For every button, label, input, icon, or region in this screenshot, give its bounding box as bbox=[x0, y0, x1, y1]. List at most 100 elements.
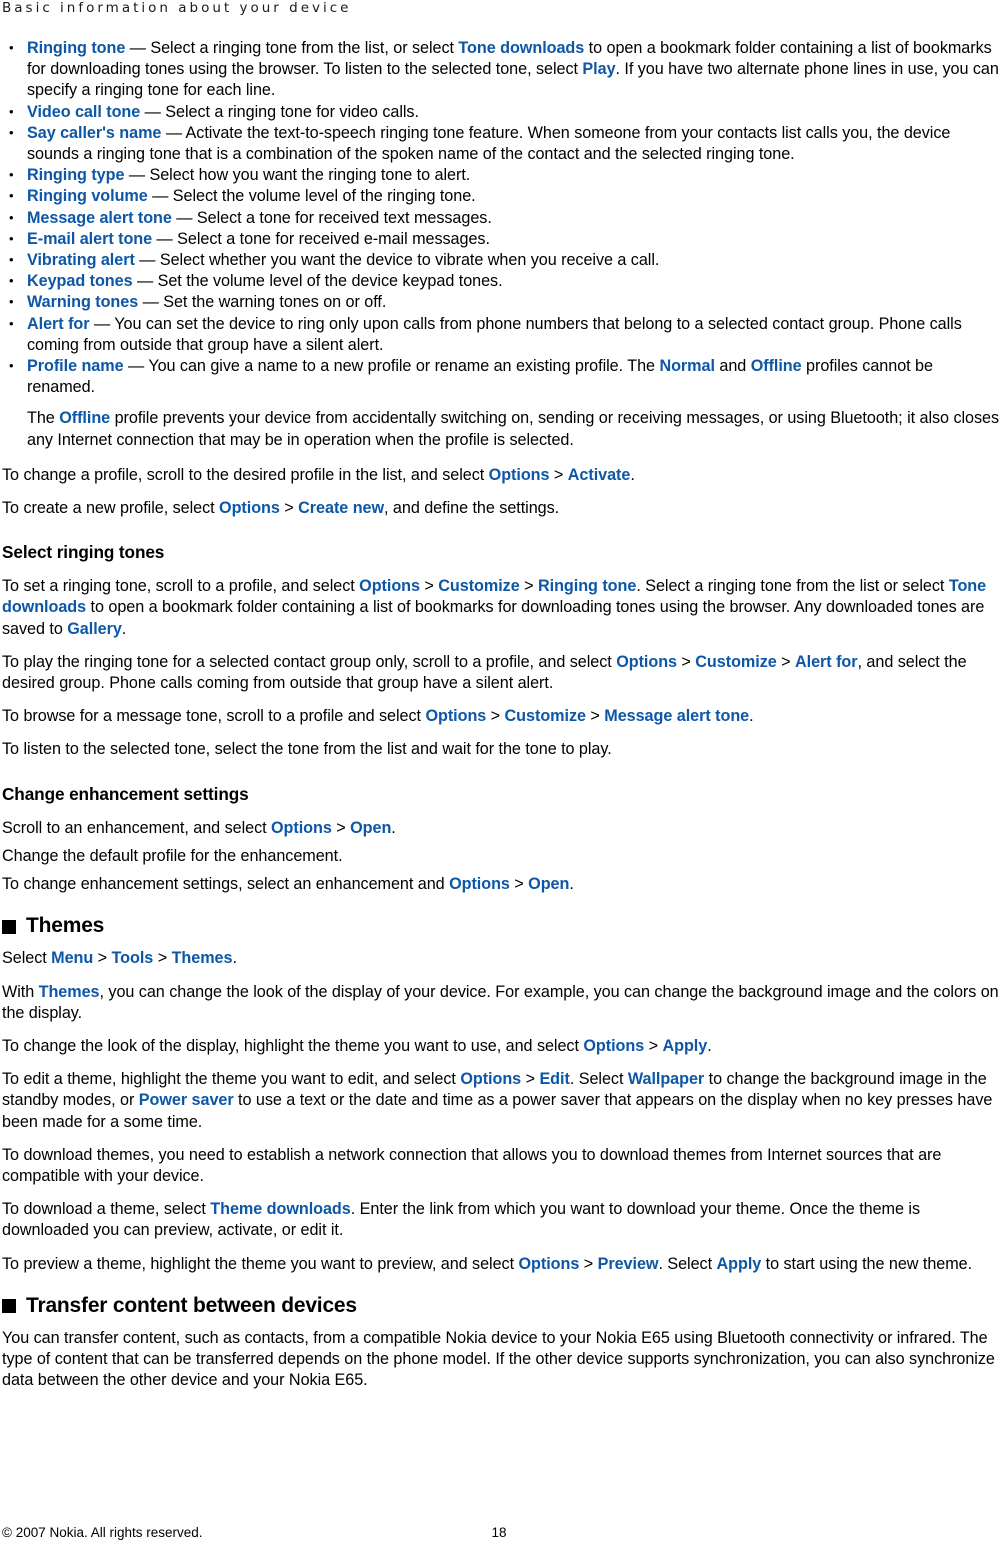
ui-reference: Tone downloads bbox=[458, 39, 585, 57]
setting-dash: — bbox=[171, 208, 197, 227]
page-content: Ringing tone — Select a ringing tone fro… bbox=[2, 37, 1002, 1403]
setting-name: Say caller's name bbox=[27, 123, 162, 142]
heading-select-ringing-tones: Select ringing tones bbox=[2, 542, 165, 563]
ui-reference: Normal bbox=[659, 357, 715, 376]
ui-reference: Options bbox=[460, 1070, 522, 1089]
ui-reference: Edit bbox=[539, 1070, 570, 1089]
paragraph-themes-change-look: To change the look of the display, highl… bbox=[2, 1036, 712, 1055]
setting-dash: — bbox=[134, 251, 160, 270]
menu-path-separator: > bbox=[776, 652, 796, 671]
paragraph-themes-download-theme: To download a theme, select Theme downlo… bbox=[2, 1200, 920, 1240]
paragraph-themes-download-network: To download themes, you need to establis… bbox=[2, 1145, 942, 1185]
paragraph-change-profile: To change a profile, scroll to the desir… bbox=[2, 465, 635, 484]
paragraph-create-profile: To create a new profile, select Options … bbox=[2, 499, 560, 518]
setting-name: Ringing volume bbox=[27, 187, 148, 206]
ui-reference: Options bbox=[616, 652, 677, 671]
setting-name: Warning tones bbox=[27, 293, 139, 312]
running-header: Basic information about your device bbox=[2, 0, 352, 16]
section-marker-square-icon bbox=[2, 919, 16, 934]
paragraph-play-for-group: To play the ringing tone for a selected … bbox=[2, 652, 967, 693]
setting-dash: — bbox=[125, 39, 151, 57]
ui-reference: Preview bbox=[597, 1254, 659, 1273]
ui-reference: Options bbox=[425, 707, 487, 726]
ui-reference: Options bbox=[449, 875, 510, 894]
heading-change-enhancement-settings: Change enhancement settings bbox=[2, 783, 249, 804]
ui-reference: Menu bbox=[51, 949, 94, 968]
ui-reference: Play bbox=[582, 60, 616, 79]
settings-bullet-item: E-mail alert tone — Select a tone for re… bbox=[2, 228, 1002, 250]
heading-transfer-content-label: Transfer content between devices bbox=[26, 1293, 357, 1317]
paragraph-scroll-enhancement: Scroll to an enhancement, and select Opt… bbox=[2, 818, 396, 837]
ui-reference: Create new bbox=[298, 499, 385, 518]
paragraph-themes-select: Select Menu > Tools > Themes. bbox=[2, 949, 237, 968]
setting-name: Vibrating alert bbox=[27, 251, 135, 270]
settings-bullet-item: Alert for — You can set the device to ri… bbox=[2, 313, 1002, 356]
setting-dash: — bbox=[161, 123, 186, 142]
settings-bullet-item: Ringing tone — Select a ringing tone fro… bbox=[2, 37, 1002, 102]
settings-bullet-item: Message alert tone — Select a tone for r… bbox=[2, 207, 1002, 229]
ui-reference: Activate bbox=[567, 465, 631, 484]
ui-reference: Options bbox=[518, 1254, 580, 1273]
ui-reference: Options bbox=[359, 577, 420, 596]
menu-path-separator: > bbox=[419, 577, 439, 596]
menu-path-separator: > bbox=[676, 652, 696, 671]
menu-path-separator: > bbox=[153, 949, 172, 968]
setting-name: Keypad tones bbox=[27, 272, 133, 291]
settings-bullet-item: Ringing type — Select how you want the r… bbox=[2, 164, 1002, 186]
ui-reference: Open bbox=[350, 818, 392, 837]
menu-path-separator: > bbox=[644, 1036, 663, 1055]
section-marker-square-icon bbox=[2, 1299, 16, 1314]
settings-bullet-item: Profile name — You can give a name to a … bbox=[2, 355, 1002, 398]
setting-name: E-mail alert tone bbox=[27, 229, 153, 248]
setting-name: Alert for bbox=[27, 314, 90, 333]
setting-name: Message alert tone bbox=[27, 208, 172, 227]
setting-dash: — bbox=[132, 272, 158, 291]
paragraph-change-default-profile: Change the default profile for the enhan… bbox=[2, 846, 343, 865]
setting-dash: — bbox=[147, 187, 173, 206]
ui-reference: Apply bbox=[716, 1254, 762, 1273]
menu-path-separator: > bbox=[279, 499, 299, 518]
ui-reference: Message alert tone bbox=[604, 707, 750, 726]
paragraph-browse-message-tone: To browse for a message tone, scroll to … bbox=[2, 707, 754, 726]
setting-name: Profile name bbox=[27, 357, 124, 376]
paragraph-themes-with: With Themes, you can change the look of … bbox=[2, 982, 999, 1022]
ui-reference: Offline bbox=[59, 409, 111, 428]
ui-reference: Gallery bbox=[67, 619, 122, 638]
setting-name: Ringing type bbox=[27, 166, 125, 185]
menu-path-separator: > bbox=[519, 577, 538, 596]
footer-page-number-value: 18 bbox=[491, 1525, 507, 1540]
setting-dash: — bbox=[152, 229, 178, 248]
settings-bullet-item: Say caller's name — Activate the text-to… bbox=[2, 122, 1002, 165]
settings-bullet-list: Ringing tone — Select a ringing tone fro… bbox=[2, 37, 1002, 398]
offline-profile-note: The Offline profile prevents your device… bbox=[27, 409, 1000, 449]
ui-reference: Open bbox=[528, 875, 570, 894]
menu-path-separator: > bbox=[331, 818, 351, 837]
ui-reference: Customize bbox=[438, 577, 520, 596]
ui-reference: Wallpaper bbox=[627, 1070, 705, 1089]
heading-transfer-content: Transfer content between devices bbox=[2, 1293, 1002, 1318]
heading-themes: Themes bbox=[2, 913, 1002, 938]
paragraph-listen-tone: To listen to the selected tone, select t… bbox=[2, 740, 612, 759]
document-page: Basic information about your device Ring… bbox=[0, 0, 1004, 1540]
menu-path-separator: > bbox=[549, 465, 568, 484]
setting-dash: — bbox=[123, 357, 149, 376]
footer-page-number: 18 bbox=[2, 1525, 1002, 1541]
ui-reference: Theme downloads bbox=[210, 1200, 351, 1219]
ui-reference: Options bbox=[219, 499, 280, 518]
paragraph-themes-edit: To edit a theme, highlight the theme you… bbox=[2, 1070, 993, 1131]
ui-reference: Options bbox=[488, 465, 550, 484]
menu-path-separator: > bbox=[486, 707, 505, 726]
setting-name: Video call tone bbox=[27, 102, 141, 121]
menu-path-separator: > bbox=[93, 949, 112, 968]
menu-path-separator: > bbox=[509, 875, 529, 894]
setting-dash: — bbox=[138, 293, 164, 312]
paragraph-change-enhancement-settings: To change enhancement settings, select a… bbox=[2, 875, 574, 894]
ui-reference: Options bbox=[583, 1036, 645, 1055]
setting-dash: — bbox=[140, 102, 166, 121]
settings-bullet-item: Warning tones — Set the warning tones on… bbox=[2, 291, 1002, 313]
paragraph-set-ringing-tone: To set a ringing tone, scroll to a profi… bbox=[2, 577, 987, 638]
ui-reference: Ringing tone bbox=[538, 577, 637, 596]
heading-themes-label: Themes bbox=[26, 914, 105, 938]
setting-dash: — bbox=[89, 314, 115, 333]
menu-path-separator: > bbox=[521, 1070, 540, 1089]
